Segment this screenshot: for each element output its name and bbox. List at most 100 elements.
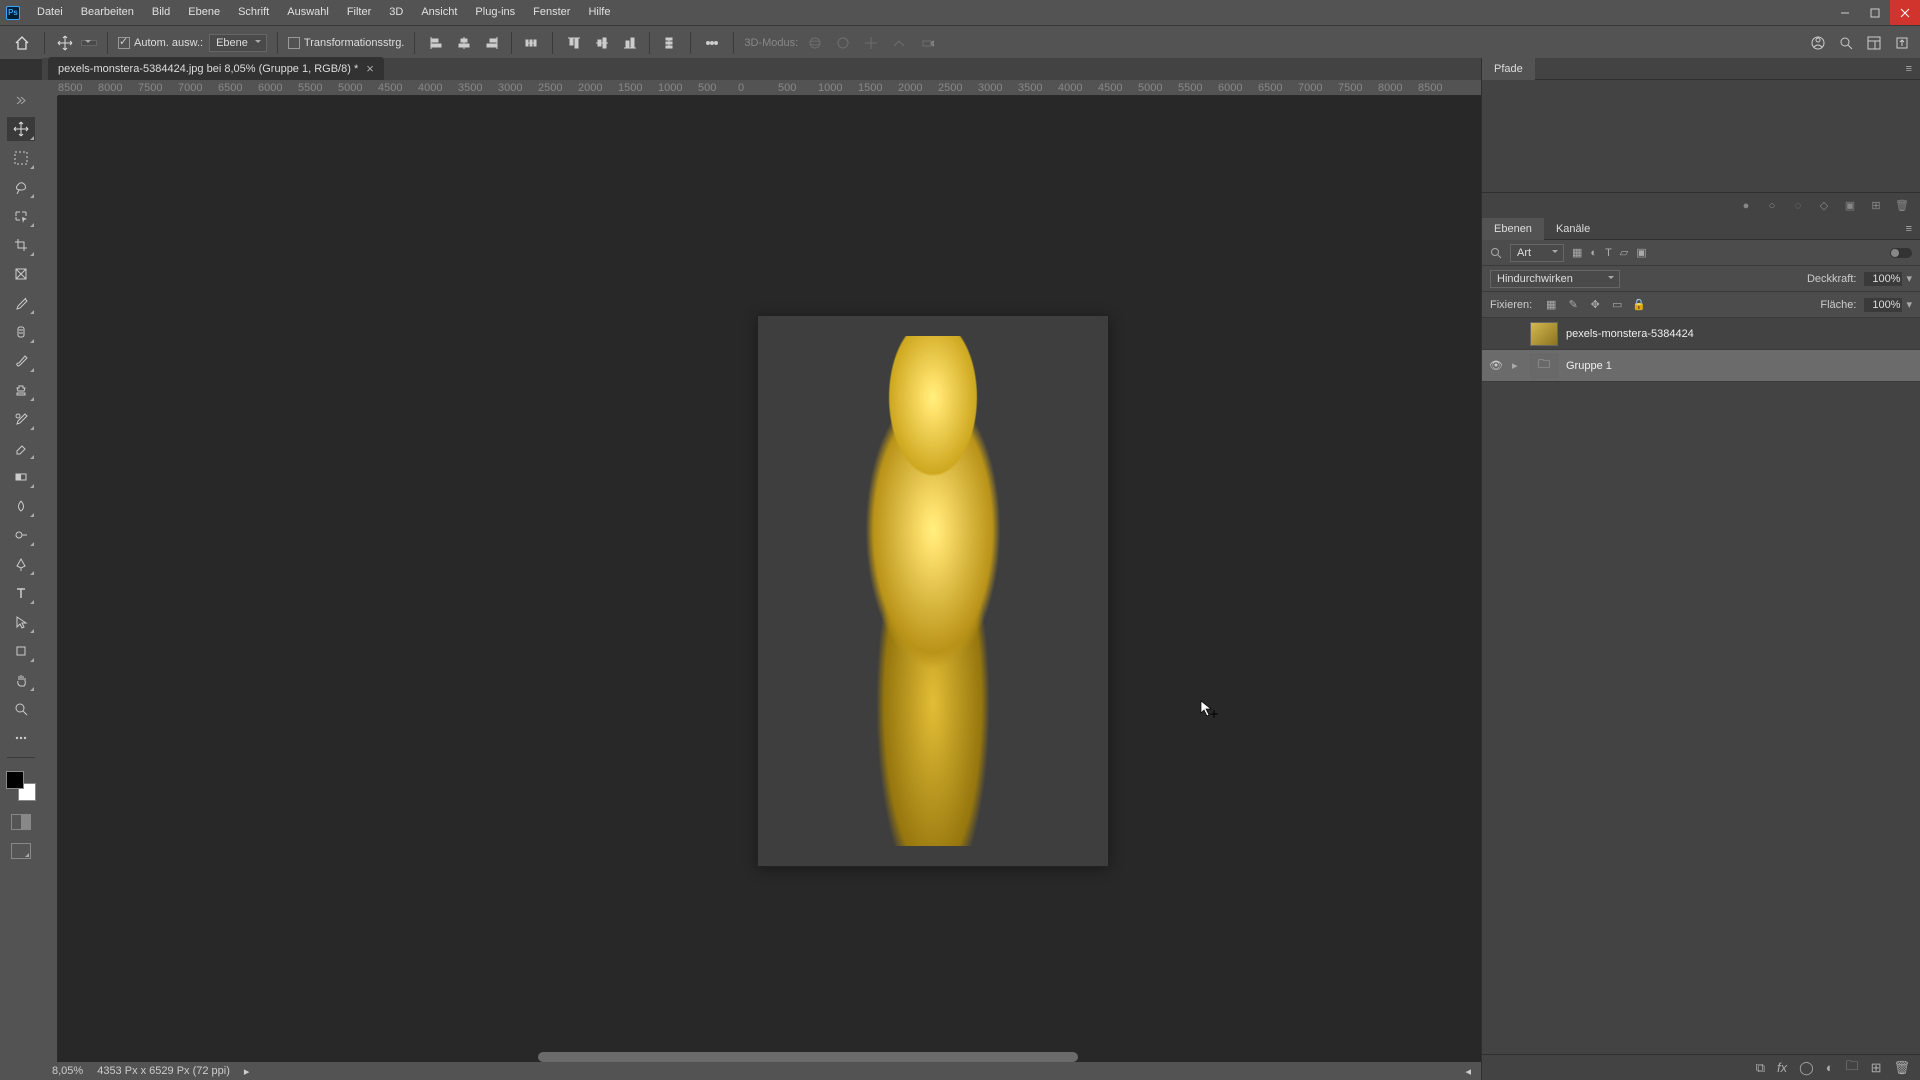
- panel-collapse-icon[interactable]: [7, 88, 35, 112]
- filter-shape-icon[interactable]: ▱: [1620, 246, 1628, 259]
- align-center-h-button[interactable]: [453, 32, 475, 54]
- horizontal-scrollbar[interactable]: [58, 1052, 1481, 1062]
- dodge-tool[interactable]: [7, 523, 35, 547]
- path-to-selection-icon[interactable]: ◌: [1790, 198, 1806, 214]
- menu-auswahl[interactable]: Auswahl: [278, 0, 338, 25]
- crop-tool[interactable]: [7, 233, 35, 257]
- color-swatches[interactable]: [6, 771, 36, 801]
- chevron-down-icon[interactable]: ▾: [1906, 298, 1912, 311]
- lasso-tool[interactable]: [7, 175, 35, 199]
- layer-name[interactable]: Gruppe 1: [1566, 360, 1612, 372]
- lock-nested-icon[interactable]: ▭: [1610, 298, 1624, 312]
- menu-filter[interactable]: Filter: [338, 0, 380, 25]
- fill-path-icon[interactable]: ●: [1738, 198, 1754, 214]
- distribute-v-button[interactable]: [658, 32, 680, 54]
- lock-position-icon[interactable]: ✥: [1588, 298, 1602, 312]
- blend-mode-dropdown[interactable]: Hindurchwirken: [1490, 270, 1620, 288]
- auto-select-target-dropdown[interactable]: Ebene: [209, 34, 267, 52]
- menu-ansicht[interactable]: Ansicht: [412, 0, 466, 25]
- eyedropper-tool[interactable]: [7, 291, 35, 315]
- ruler-origin[interactable]: [42, 80, 58, 96]
- paths-tab[interactable]: Pfade: [1482, 58, 1535, 80]
- new-layer-icon[interactable]: ⊞: [1871, 1060, 1882, 1076]
- layer-filter-type-dropdown[interactable]: Art: [1510, 244, 1564, 262]
- gradient-tool[interactable]: [7, 465, 35, 489]
- chevron-down-icon[interactable]: ▾: [1906, 272, 1912, 285]
- menu-schrift[interactable]: Schrift: [229, 0, 278, 25]
- layer-name[interactable]: pexels-monstera-5384424: [1566, 328, 1694, 340]
- lock-all-icon[interactable]: 🔒: [1632, 298, 1646, 312]
- channels-tab[interactable]: Kanäle: [1544, 218, 1602, 240]
- 3d-zoom-button[interactable]: [916, 32, 938, 54]
- transform-controls-checkbox[interactable]: Transformationsstrg.: [288, 37, 404, 49]
- menu-bild[interactable]: Bild: [143, 0, 179, 25]
- quick-select-tool[interactable]: [7, 204, 35, 228]
- stroke-path-icon[interactable]: ○: [1764, 198, 1780, 214]
- 3d-slide-button[interactable]: [888, 32, 910, 54]
- menu-3d[interactable]: 3D: [380, 0, 412, 25]
- zoom-tool[interactable]: [7, 697, 35, 721]
- window-maximize-button[interactable]: [1860, 0, 1890, 25]
- home-button[interactable]: [10, 31, 34, 55]
- layer-item[interactable]: pexels-monstera-5384424: [1482, 318, 1920, 350]
- workspace-switcher-button[interactable]: [1866, 35, 1882, 51]
- blur-tool[interactable]: [7, 494, 35, 518]
- adjustment-layer-icon[interactable]: ◐: [1826, 1060, 1834, 1075]
- more-align-button[interactable]: [701, 32, 723, 54]
- move-tool[interactable]: [7, 117, 35, 141]
- paths-list[interactable]: [1482, 80, 1920, 192]
- layer-list[interactable]: pexels-monstera-5384424 👁▸🗀Gruppe 1: [1482, 318, 1920, 1054]
- delete-layer-icon[interactable]: 🗑: [1893, 1060, 1910, 1076]
- edit-toolbar-button[interactable]: [7, 726, 35, 750]
- filter-type-icon[interactable]: T: [1605, 247, 1612, 259]
- path-select-tool[interactable]: [7, 610, 35, 634]
- 3d-roll-button[interactable]: [832, 32, 854, 54]
- share-button[interactable]: [1894, 35, 1910, 51]
- menu-hilfe[interactable]: Hilfe: [579, 0, 619, 25]
- add-mask-icon[interactable]: ▣: [1842, 198, 1858, 214]
- scrollbar-thumb[interactable]: [538, 1052, 1078, 1062]
- status-doc-info[interactable]: 4353 Px x 6529 Px (72 ppi): [97, 1065, 230, 1077]
- menu-ebene[interactable]: Ebene: [179, 0, 229, 25]
- add-mask-icon[interactable]: ◯: [1799, 1060, 1814, 1076]
- status-zoom[interactable]: 8,05%: [52, 1065, 83, 1077]
- filter-smart-icon[interactable]: ▣: [1636, 246, 1646, 259]
- filter-toggle[interactable]: [1890, 248, 1912, 258]
- layer-item[interactable]: 👁▸🗀Gruppe 1: [1482, 350, 1920, 382]
- layer-thumbnail[interactable]: [1530, 322, 1558, 346]
- delete-path-icon[interactable]: 🗑: [1894, 198, 1910, 214]
- brush-tool[interactable]: [7, 349, 35, 373]
- panel-menu-icon[interactable]: ≡: [1898, 223, 1920, 235]
- clone-stamp-tool[interactable]: [7, 378, 35, 402]
- cloud-docs-button[interactable]: [1810, 35, 1826, 51]
- align-top-button[interactable]: [563, 32, 585, 54]
- menu-bearbeiten[interactable]: Bearbeiten: [72, 0, 143, 25]
- move-tool-preset-dropdown[interactable]: [81, 40, 97, 46]
- auto-select-checkbox[interactable]: Autom. ausw.:: [118, 37, 203, 49]
- document-tab[interactable]: pexels-monstera-5384424.jpg bei 8,05% (G…: [48, 57, 384, 80]
- eraser-tool[interactable]: [7, 436, 35, 460]
- menu-fenster[interactable]: Fenster: [524, 0, 579, 25]
- align-left-button[interactable]: [425, 32, 447, 54]
- lock-transparency-icon[interactable]: ▦: [1544, 298, 1558, 312]
- canvas-viewport[interactable]: [58, 96, 1481, 1062]
- layers-tab[interactable]: Ebenen: [1482, 218, 1544, 240]
- filter-adjustment-icon[interactable]: ◐: [1590, 247, 1597, 259]
- align-center-v-button[interactable]: [591, 32, 613, 54]
- opacity-input[interactable]: [1864, 272, 1902, 286]
- layer-visibility-toggle[interactable]: 👁: [1488, 359, 1504, 372]
- selection-to-path-icon[interactable]: ◇: [1816, 198, 1832, 214]
- fill-input[interactable]: [1864, 298, 1902, 312]
- pen-tool[interactable]: [7, 552, 35, 576]
- panel-menu-icon[interactable]: ≡: [1898, 63, 1920, 75]
- menu-plug-ins[interactable]: Plug-ins: [466, 0, 524, 25]
- new-group-icon[interactable]: 🗀: [1846, 1057, 1859, 1079]
- align-bottom-button[interactable]: [619, 32, 641, 54]
- distribute-h-button[interactable]: [520, 32, 542, 54]
- vertical-ruler[interactable]: [42, 96, 58, 1062]
- quick-mask-button[interactable]: [11, 814, 31, 830]
- window-close-button[interactable]: [1890, 0, 1920, 25]
- new-path-icon[interactable]: ⊞: [1868, 198, 1884, 214]
- filter-pixel-icon[interactable]: ▦: [1572, 246, 1582, 259]
- search-button[interactable]: [1838, 35, 1854, 51]
